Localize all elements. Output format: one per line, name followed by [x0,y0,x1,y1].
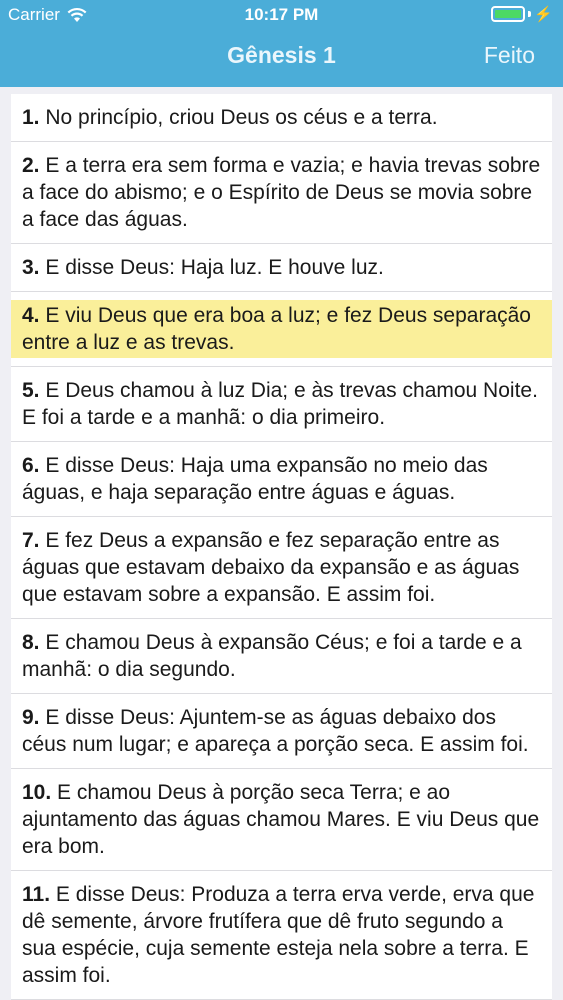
verse-text: E chamou Deus à porção seca Terra; e ao … [22,781,540,858]
verse-text: E disse Deus: Produza a terra erva verde… [22,883,535,987]
verse-row[interactable]: 9. E disse Deus: Ajuntem-se as águas deb… [11,694,552,769]
verse-number: 8. [22,631,40,654]
verse-text: No princípio, criou Deus os céus e a ter… [39,106,438,129]
status-time: 10:17 PM [244,5,319,24]
verse-content: 9. E disse Deus: Ajuntem-se as águas deb… [22,704,541,758]
verse-number: 1. [22,106,40,129]
navigation-bar: Gênesis 1 Feito [0,38,563,78]
verse-row[interactable]: 6. E disse Deus: Haja uma expansão no me… [11,442,552,517]
verse-content: 4. E viu Deus que era boa a luz; e fez D… [11,300,552,358]
verse-number: 4. [22,304,40,327]
verse-text: E Deus chamou à luz Dia; e às trevas cha… [22,379,538,429]
verse-number: 3. [22,256,40,279]
verse-list[interactable]: 1. No princípio, criou Deus os céus e a … [11,94,552,1000]
battery-fill [495,10,522,18]
verse-text: E fez Deus a expansão e fez separação en… [22,529,520,606]
verse-content: 3. E disse Deus: Haja luz. E houve luz. [22,254,541,281]
verse-row[interactable]: 7. E fez Deus a expansão e fez separação… [11,517,552,619]
verse-row[interactable]: 4. E viu Deus que era boa a luz; e fez D… [11,292,552,367]
verse-content: 6. E disse Deus: Haja uma expansão no me… [22,452,541,506]
verse-text: E a terra era sem forma e vazia; e havia… [22,154,541,231]
verse-content: 1. No princípio, criou Deus os céus e a … [22,104,541,131]
verse-number: 10. [22,781,52,804]
verse-content: 2. E a terra era sem forma e vazia; e ha… [22,152,541,233]
verse-content: 7. E fez Deus a expansão e fez separação… [22,527,541,608]
battery-group: ⚡ [491,6,553,22]
verse-content: 11. E disse Deus: Produza a terra erva v… [22,881,541,989]
verse-row[interactable]: 5. E Deus chamou à luz Dia; e às trevas … [11,367,552,442]
verse-row[interactable]: 1. No princípio, criou Deus os céus e a … [11,94,552,142]
status-bar: Carrier 10:17 PM ⚡ [0,0,563,30]
verse-row[interactable]: 11. E disse Deus: Produza a terra erva v… [11,871,552,1000]
done-button[interactable]: Feito [484,42,535,69]
verse-number: 2. [22,154,40,177]
verse-text: E disse Deus: Haja luz. E houve luz. [39,256,384,279]
verse-row[interactable]: 10. E chamou Deus à porção seca Terra; e… [11,769,552,871]
verse-content: 10. E chamou Deus à porção seca Terra; e… [22,779,541,860]
verse-row[interactable]: 8. E chamou Deus à expansão Céus; e foi … [11,619,552,694]
verse-row[interactable]: 2. E a terra era sem forma e vazia; e ha… [11,142,552,244]
verse-text: E chamou Deus à expansão Céus; e foi a t… [22,631,522,681]
charging-bolt-icon: ⚡ [534,5,553,23]
verse-number: 7. [22,529,40,552]
verse-text: E viu Deus que era boa a luz; e fez Deus… [22,304,531,354]
verse-number: 11. [22,883,51,906]
battery-icon [491,6,526,22]
verse-text: E disse Deus: Haja uma expansão no meio … [22,454,488,504]
battery-cap [528,11,532,17]
page-title: Gênesis 1 [227,42,336,68]
verse-content: 5. E Deus chamou à luz Dia; e às trevas … [22,377,541,431]
verse-text: E disse Deus: Ajuntem-se as águas debaix… [22,706,529,756]
verse-row[interactable]: 3. E disse Deus: Haja luz. E houve luz. [11,244,552,292]
verse-number: 6. [22,454,40,477]
verse-number: 9. [22,706,40,729]
verse-content: 8. E chamou Deus à expansão Céus; e foi … [22,629,541,683]
header: Carrier 10:17 PM ⚡ Gênesis 1 Feito [0,0,563,87]
verse-number: 5. [22,379,40,402]
